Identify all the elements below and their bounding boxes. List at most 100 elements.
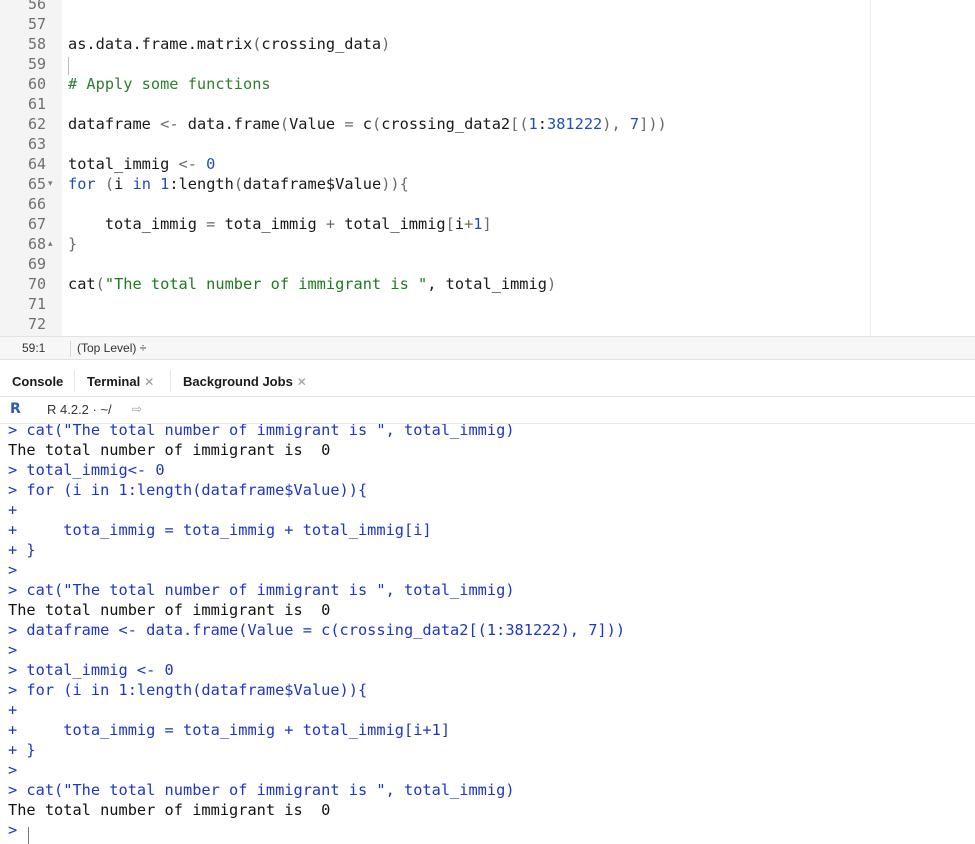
console-input-line: + } [8, 541, 36, 559]
console-input-line: > [8, 641, 27, 659]
line-number: 70 [27, 275, 46, 293]
code-token: 0 [206, 155, 216, 173]
line-number: 67 [27, 215, 46, 233]
editor-line[interactable]: 57 [0, 14, 975, 34]
tab-terminal[interactable]: Terminal ✕ [87, 360, 154, 397]
code-token: crossing_data2 [381, 115, 511, 133]
r-version-label[interactable]: R 4.2.2 · ~/ [47, 401, 112, 419]
code-token: [( [510, 115, 529, 133]
tab-console-label: Console [12, 374, 64, 389]
code-token: 1 [528, 115, 538, 133]
code-token: ), [602, 115, 630, 133]
close-icon[interactable]: ✕ [297, 375, 307, 389]
code-text: # Apply some functions [68, 74, 271, 94]
code-token: [ [445, 215, 455, 233]
status-divider [70, 341, 71, 357]
line-number: 62 [27, 115, 46, 133]
code-token: ( [104, 175, 115, 193]
code-token: = [206, 215, 216, 233]
go-to-directory-icon[interactable]: ⇨ [132, 402, 142, 416]
console-input-line: > for (i in 1:length(dataframe$Value)){ [8, 481, 368, 499]
editor-line[interactable]: 61 [0, 94, 975, 114]
code-token: ( [279, 115, 290, 133]
code-text: } [68, 234, 77, 254]
console-input-line: > cat("The total number of immigrant is … [8, 424, 515, 439]
line-number: 72 [27, 315, 46, 333]
editor-line[interactable]: 56 [0, 0, 975, 14]
code-token: ( [95, 275, 105, 293]
code-token: , total_immig [427, 275, 547, 293]
editor-line[interactable]: 58 as.data.frame.matrix(crossing_data) [0, 34, 975, 54]
console-output-line: The total number of immigrant is 0 [8, 441, 331, 459]
code-token: in [132, 175, 151, 193]
editor-line[interactable]: 59 [0, 54, 975, 74]
code-token: <- [160, 115, 179, 133]
cursor-position: 59:1 [22, 341, 46, 355]
console-output-line: The total number of immigrant is 0 [8, 601, 331, 619]
tab-console[interactable]: Console [12, 360, 63, 397]
editor-line[interactable]: 70 cat("The total number of immigrant is … [0, 274, 975, 294]
code-token: cat [68, 275, 96, 293]
editor-line[interactable]: 63 [0, 134, 975, 154]
code-token: ) [546, 275, 557, 293]
line-number: 56 [27, 0, 46, 13]
console-output[interactable]: > cat("The total number of immigrant is … [0, 424, 975, 844]
code-token: # Apply some functions [68, 75, 271, 93]
editor-line[interactable]: 66 [0, 194, 975, 214]
console-input-line: > [8, 821, 27, 839]
code-token: ) [381, 35, 391, 53]
line-number: 69 [27, 255, 46, 273]
line-number: 61 [27, 95, 46, 113]
editor-line[interactable]: 62 dataframe <- data.frame(Value = c(cros… [0, 114, 975, 134]
editor-line[interactable]: 60 # Apply some functions [0, 74, 975, 94]
line-number: 59 [27, 55, 46, 73]
code-token: ( [233, 175, 244, 193]
console-input-line: + tota_immig = tota_immig + total_immig[… [8, 521, 432, 539]
line-number: 58 [27, 35, 46, 53]
code-text: for (i in 1:length(dataframe$Value)){ [68, 174, 409, 194]
source-editor[interactable]: 56 57 58 as.data.frame.matrix ( crossing_data… [0, 0, 975, 336]
code-token: i [454, 215, 465, 233]
console-input-line: > cat("The total number of immigrant is … [8, 581, 515, 599]
close-icon[interactable]: ✕ [144, 375, 154, 389]
code-token: ])) [639, 115, 667, 133]
tab-terminal-label: Terminal [87, 374, 141, 389]
code-token: = [344, 115, 354, 133]
code-text: dataframe <- data.frame(Value = c(crossi… [68, 114, 667, 134]
editor-line[interactable]: 68 ▴} [0, 234, 975, 254]
code-token: dataframe [68, 115, 161, 133]
editor-line[interactable]: 72 [0, 314, 975, 334]
code-token: :length [169, 175, 234, 193]
console-header: R R 4.2.2 · ~/ ⇨ [0, 397, 975, 424]
code-token: total_immig [335, 215, 446, 233]
editor-line[interactable]: 64 total_immig <- 0 [0, 154, 975, 174]
code-token: tota_immig [68, 215, 207, 233]
line-number: 60 [27, 75, 46, 93]
line-number: 68 [27, 235, 46, 253]
code-token: as.data.frame.matrix [68, 35, 253, 53]
code-token: )){ [381, 175, 409, 193]
editor-line[interactable]: 71 [0, 294, 975, 314]
fold-expand-icon[interactable]: ▴ [48, 234, 58, 254]
code-token: i [114, 175, 133, 193]
line-number: 65 [27, 175, 46, 193]
tab-divider [74, 370, 75, 392]
line-number: 63 [27, 135, 46, 153]
console-input-line: + } [8, 741, 36, 759]
code-text: cat("The total number of immigrant is ",… [68, 274, 556, 294]
console-input-line: > cat("The total number of immigrant is … [8, 781, 515, 799]
editor-line[interactable]: 69 [0, 254, 975, 274]
code-token: } [68, 235, 78, 253]
tab-divider [170, 370, 171, 392]
code-token: Value [289, 115, 345, 133]
scope-dropdown[interactable]: (Top Level) ÷ [77, 337, 146, 359]
console-input-line: > for (i in 1:length(dataframe$Value)){ [8, 681, 368, 699]
console-input-line: > total_immig<- 0 [8, 461, 165, 479]
line-number: 64 [27, 155, 46, 173]
fold-collapse-icon[interactable]: ▾ [48, 174, 58, 194]
editor-line[interactable]: 65 ▾ for (i in 1:length(dataframe$Value)){ [0, 174, 975, 194]
code-token: data.frame [178, 115, 280, 133]
editor-line[interactable]: 67 tota_immig = tota_immig + total_immig… [0, 214, 975, 234]
tab-background-jobs[interactable]: Background Jobs ✕ [183, 360, 307, 397]
code-token: total_immig [68, 155, 179, 173]
